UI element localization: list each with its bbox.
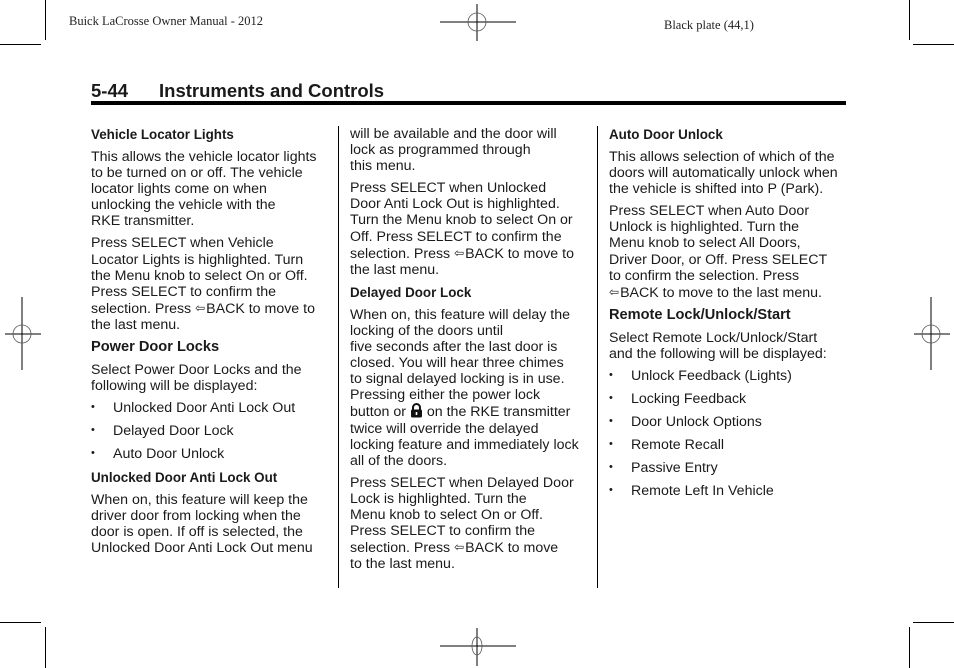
list-item: • Auto Door Unlock bbox=[91, 446, 331, 462]
lock-icon bbox=[410, 403, 422, 418]
text: BACK to move to the last menu. bbox=[620, 284, 822, 301]
paragraph: This allows selection of which of the do… bbox=[609, 149, 838, 198]
paragraph: Press SELECT when Vehicle Locator Lights… bbox=[91, 235, 331, 333]
registration-mark-top bbox=[440, 4, 516, 41]
list-item: • Door Unlock Options bbox=[609, 414, 854, 430]
bullet-icon: • bbox=[609, 483, 613, 496]
crop-mark bbox=[909, 0, 910, 40]
power-door-options-list: • Unlocked Door Anti Lock Out • Delayed Do… bbox=[91, 400, 331, 462]
bullet-icon: • bbox=[91, 401, 95, 414]
crop-mark bbox=[913, 44, 954, 45]
paragraph: Press SELECT when Unlocked Door Anti Loc… bbox=[350, 180, 595, 278]
list-item-label: Unlock Feedback (Lights) bbox=[631, 368, 792, 385]
crop-mark bbox=[0, 622, 41, 623]
paragraph: Press SELECT when Auto Door Unlock is hi… bbox=[609, 203, 854, 301]
list-item-label: Remote Left In Vehicle bbox=[631, 482, 774, 499]
paragraph: This allows the vehicle locator lights t… bbox=[91, 149, 317, 230]
bullet-icon: • bbox=[609, 460, 613, 473]
registration-mark-right bbox=[914, 297, 950, 370]
list-item-label: Unlocked Door Anti Lock Out bbox=[113, 400, 296, 417]
heading-delayed-door-lock: Delayed Door Lock bbox=[350, 284, 472, 300]
bullet-icon: • bbox=[91, 447, 95, 460]
list-item: • Delayed Door Lock bbox=[91, 423, 331, 439]
column-divider bbox=[597, 126, 598, 588]
list-item: • Unlocked Door Anti Lock Out bbox=[91, 400, 331, 416]
section-title: Instruments and Controls bbox=[159, 80, 385, 101]
page-number: 5-44 bbox=[91, 80, 129, 101]
column-1: Vehicle Locator Lights This allows the v… bbox=[91, 126, 331, 563]
bullet-icon: • bbox=[609, 369, 613, 382]
remote-options-list: • Unlock Feedback (Lights) • Locking Feedb… bbox=[609, 368, 854, 499]
bullet-icon: • bbox=[609, 392, 613, 405]
title-rule bbox=[91, 101, 846, 105]
paragraph: When on, this feature will delay the loc… bbox=[350, 307, 595, 469]
list-item-label: Passive Entry bbox=[631, 459, 718, 476]
back-arrow-icon: ⇦ bbox=[454, 245, 465, 260]
list-item-label: Auto Door Unlock bbox=[113, 446, 225, 463]
text: Press SELECT when Auto Door Unlock is hi… bbox=[609, 203, 828, 284]
crop-mark bbox=[45, 0, 46, 40]
list-item: • Remote Recall bbox=[609, 437, 854, 453]
bullet-icon: • bbox=[91, 424, 95, 437]
paragraph: will be available and the door will lock… bbox=[350, 126, 557, 175]
heading-auto-door-unlock: Auto Door Unlock bbox=[609, 127, 723, 142]
column-3: Auto Door Unlock This allows selection o… bbox=[609, 126, 854, 506]
heading-power-door-locks: Power Door Locks bbox=[91, 339, 220, 356]
back-arrow-icon: ⇦ bbox=[609, 284, 620, 299]
list-item-label: Locking Feedback bbox=[631, 391, 747, 408]
crop-mark bbox=[0, 44, 41, 45]
manual-title: Buick LaCrosse Owner Manual - 2012 bbox=[69, 14, 264, 28]
list-item: • Passive Entry bbox=[609, 460, 854, 476]
column-divider bbox=[338, 126, 339, 588]
heading-remote-lock-unlock-start: Remote Lock/Unlock/Start bbox=[609, 306, 791, 323]
list-item-label: Remote Recall bbox=[631, 436, 725, 453]
paragraph: Press SELECT when Delayed Door Lock is h… bbox=[350, 475, 595, 573]
paragraph: When on, this feature will keep the driv… bbox=[91, 492, 313, 557]
bullet-icon: • bbox=[609, 415, 613, 427]
bullet-icon: • bbox=[609, 437, 613, 450]
crop-mark bbox=[45, 627, 46, 668]
back-arrow-icon: ⇦ bbox=[454, 540, 465, 555]
heading-unlocked-door-anti-lock-out: Unlocked Door Anti Lock Out bbox=[91, 470, 278, 486]
back-arrow-icon: ⇦ bbox=[195, 300, 206, 315]
list-item: • Locking Feedback bbox=[609, 391, 854, 407]
crop-mark bbox=[913, 622, 954, 623]
crop-mark bbox=[909, 627, 910, 668]
registration-mark-bottom bbox=[440, 628, 516, 666]
heading-vehicle-locator-lights: Vehicle Locator Lights bbox=[91, 127, 234, 142]
registration-mark-left bbox=[5, 297, 41, 370]
list-item-label: Delayed Door Lock bbox=[113, 423, 234, 440]
paragraph: Select Power Door Locks and the followin… bbox=[91, 362, 302, 395]
paragraph: Select Remote Lock/Unlock/Start and the … bbox=[609, 329, 827, 362]
plate-label: Black plate (44,1) bbox=[664, 18, 754, 32]
list-item: • Unlock Feedback (Lights) bbox=[609, 368, 854, 384]
list-item: • Remote Left In Vehicle bbox=[609, 483, 854, 499]
list-item-label: Door Unlock Options bbox=[631, 414, 762, 430]
column-2: will be available and the door will lock… bbox=[350, 126, 595, 578]
